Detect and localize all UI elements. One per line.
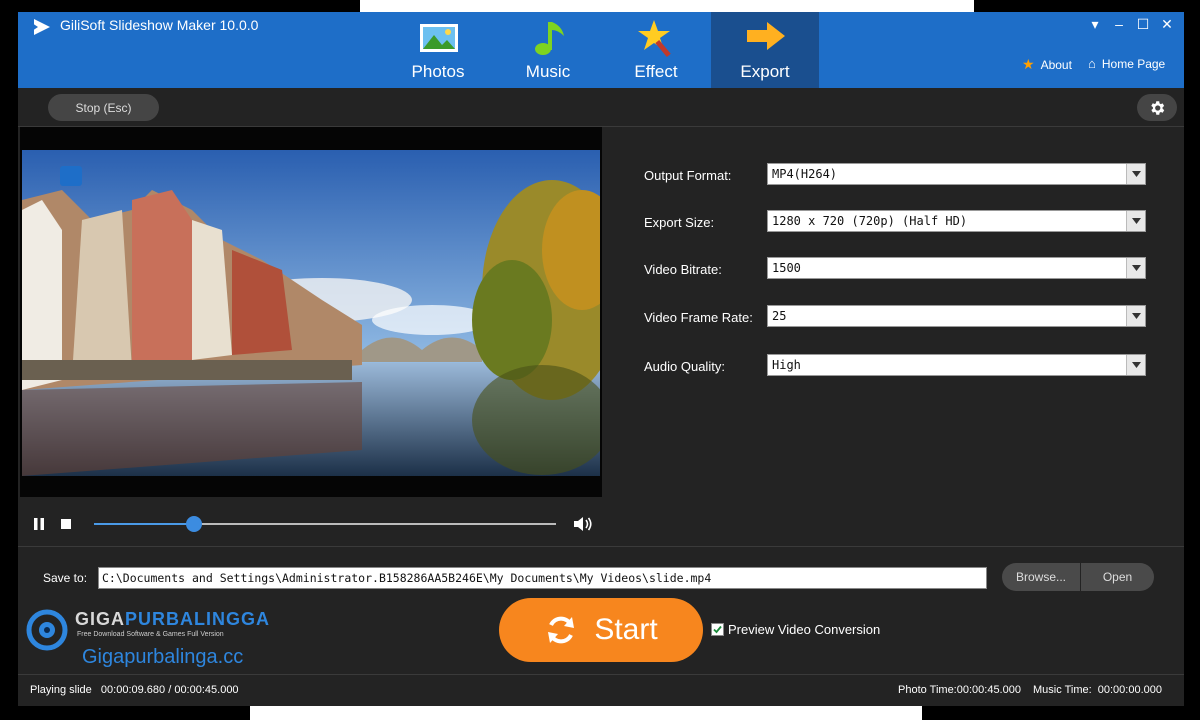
house-icon: ⌂ [1088,56,1096,71]
tab-export-label: Export [740,62,790,81]
export-size-value: 1280 x 720 (720p) (Half HD) [772,214,968,228]
star-icon: ★ [1022,56,1035,72]
pause-icon[interactable] [32,517,46,531]
settings-divider [18,546,1184,547]
audio-quality-value: High [772,358,801,372]
seek-slider[interactable] [94,516,556,532]
save-to-label: Save to: [43,571,88,585]
maximize-icon[interactable]: ☐ [1134,16,1152,33]
video-bitrate-value: 1500 [772,261,801,275]
preview-conversion-option[interactable]: Preview Video Conversion [711,622,880,637]
start-label: Start [594,613,658,646]
open-button[interactable]: Open [1081,563,1154,591]
chevron-down-icon [1126,164,1145,184]
about-label: About [1040,57,1072,72]
video-bitrate-label: Video Bitrate: [644,262,722,277]
export-size-label: Export Size: [644,215,715,230]
chevron-down-icon [1126,258,1145,278]
preview-checkbox[interactable] [711,623,724,636]
export-size-select[interactable]: 1280 x 720 (720p) (Half HD) [767,210,1146,232]
settings-button[interactable] [1137,94,1177,121]
playback-status: Playing slide 00:00:09.680 / 00:00:45.00… [30,684,239,696]
stop-playback-icon[interactable] [61,519,71,529]
about-link[interactable]: ★ About [1022,56,1072,73]
watermark-url: Gigapurbalinga.cc [82,646,244,668]
tab-export[interactable]: Export [711,12,819,88]
video-preview-frame [20,127,602,497]
browse-button[interactable]: Browse... [1002,563,1080,591]
home-page-link[interactable]: ⌂ Home Page [1088,56,1165,71]
watermark-name-part2: PURBALINGGA [125,609,271,629]
output-format-select[interactable]: MP4(H264) [767,163,1146,185]
start-button[interactable]: Start [499,598,703,662]
seek-progress [94,523,195,525]
minimize-icon[interactable]: – [1110,16,1128,32]
watermark-name: GIGAPURBALINGGA [75,609,270,630]
chevron-down-icon [1126,211,1145,231]
tab-photos-label: Photos [411,62,465,81]
music-time: Music Time: 00:00:00.000 [1032,684,1162,696]
gear-icon [1151,100,1165,115]
eye-logo-icon [26,609,68,651]
watermark-tagline: Free Download Software & Games Full Vers… [77,631,224,638]
title-bar: GiliSoft Slideshow Maker 10.0.0 Photos M… [18,12,1184,88]
photos-icon [420,24,458,52]
close-icon[interactable]: ✕ [1158,16,1176,33]
preview-conversion-label: Preview Video Conversion [728,622,881,637]
chevron-down-icon [1126,306,1145,326]
volume-icon[interactable] [573,515,593,533]
app-window: GiliSoft Slideshow Maker 10.0.0 Photos M… [18,12,1184,706]
tab-photos[interactable]: Photos [384,12,492,88]
frame-rate-select[interactable]: 25 [767,305,1146,327]
audio-quality-select[interactable]: High [767,354,1146,376]
output-format-label: Output Format: [644,168,732,183]
player-controls [18,502,608,542]
preview-image [22,150,600,476]
watermark-name-part1: GIGA [75,609,126,629]
music-note-icon [535,22,564,55]
photo-time: Photo Time:00:00:45.000 [898,684,1021,696]
tab-effect[interactable]: Effect [602,12,710,88]
checkmark-icon [713,625,722,634]
stop-button[interactable]: Stop (Esc) [48,94,159,121]
audio-quality-label: Audio Quality: [644,359,725,374]
dropdown-menu-icon[interactable]: ▾ [1086,16,1104,33]
tab-music-label: Music [525,62,571,81]
site-watermark: GIGAPURBALINGGA Free Download Software &… [23,604,293,674]
arrow-right-icon [747,22,785,50]
save-path-input[interactable]: C:\Documents and Settings\Administrator.… [98,567,987,589]
preview-watermark-logo [60,166,82,186]
tab-music[interactable]: Music [494,12,602,88]
status-divider [18,674,1184,675]
tab-effect-label: Effect [634,62,678,81]
home-page-label: Home Page [1101,56,1166,71]
output-format-value: MP4(H264) [772,167,838,181]
app-title: GiliSoft Slideshow Maker 10.0.0 [60,17,259,33]
frame-rate-value: 25 [772,309,787,323]
magic-star-icon [638,20,671,57]
time-status: Photo Time:00:00:45.000 Music Time: 00:0… [898,684,1162,696]
video-bitrate-select[interactable]: 1500 [767,257,1146,279]
seek-handle[interactable] [186,516,203,532]
app-logo-icon [32,19,50,35]
chevron-down-icon [1126,355,1145,375]
refresh-icon [548,616,575,644]
frame-rate-label: Video Frame Rate: [644,310,753,325]
video-preview [22,150,600,476]
background-strip-bottom [250,706,922,720]
